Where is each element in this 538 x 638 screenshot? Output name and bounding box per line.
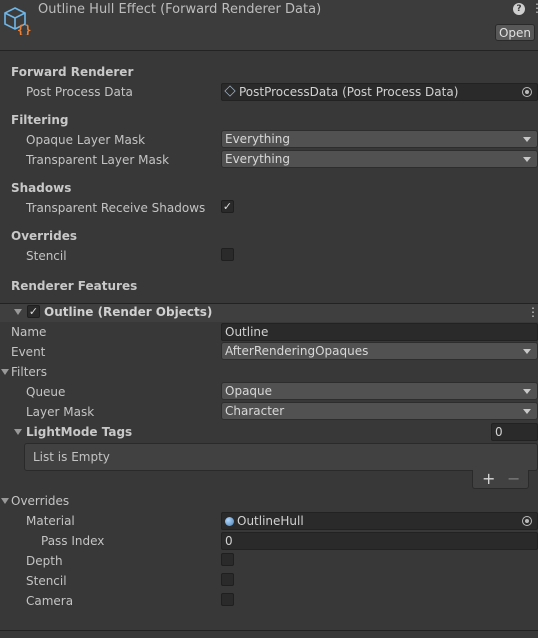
layer-mask-dropdown[interactable]: Character (221, 402, 538, 420)
list-add-remove-buttons: + − (472, 469, 529, 489)
camera-checkbox[interactable] (221, 593, 234, 606)
svg-text:{}: {} (17, 23, 31, 35)
more-options-icon[interactable]: ⋮ (531, 2, 538, 14)
material-label: Material (26, 514, 75, 528)
filtering-heading: Filtering (11, 113, 69, 127)
layer-mask-value: Character (225, 404, 285, 418)
object-picker-icon[interactable] (522, 516, 532, 526)
material-icon (225, 517, 234, 526)
stencil-checkbox[interactable] (221, 248, 234, 261)
feature-stencil-checkbox[interactable] (221, 573, 234, 586)
event-label: Event (11, 345, 46, 359)
lightmode-tags-count-value: 0 (495, 425, 503, 439)
renderer-asset-icon: {} (4, 7, 31, 35)
transparent-receive-shadows-checkbox[interactable]: ✓ (221, 200, 234, 213)
open-button[interactable]: Open (495, 24, 535, 41)
opaque-layer-mask-label: Opaque Layer Mask (26, 133, 146, 147)
feature-more-options-icon[interactable]: ⋮ (527, 305, 538, 319)
feature-stencil-label: Stencil (26, 574, 67, 588)
post-process-data-value: PostProcessData (Post Process Data) (239, 85, 459, 99)
pass-index-input[interactable]: 0 (221, 532, 538, 550)
post-process-data-field[interactable]: PostProcessData (Post Process Data) (221, 83, 538, 101)
shadows-heading: Shadows (11, 181, 72, 195)
stencil-label: Stencil (26, 249, 67, 263)
material-field[interactable]: OutlineHull (221, 512, 538, 530)
camera-label: Camera (26, 594, 74, 608)
opaque-layer-mask-dropdown[interactable]: Everything (221, 130, 538, 148)
remove-element-button[interactable]: − (507, 469, 520, 488)
depth-label: Depth (26, 554, 63, 568)
divider (0, 630, 538, 631)
renderer-features-heading: Renderer Features (11, 279, 138, 293)
foldout-arrow-icon[interactable] (14, 309, 22, 315)
asset-icon (224, 85, 236, 97)
lightmode-foldout-arrow-icon[interactable] (14, 429, 22, 435)
chevron-down-icon (523, 349, 531, 354)
transparent-layer-mask-dropdown[interactable]: Everything (221, 150, 538, 168)
filters-heading[interactable]: Filters (11, 365, 47, 379)
lightmode-tags-count-input[interactable]: 0 (491, 423, 538, 441)
pass-index-value: 0 (225, 534, 233, 548)
queue-value: Opaque (225, 384, 273, 398)
overrides-foldout-arrow-icon[interactable] (1, 498, 9, 504)
list-empty-text: List is Empty (33, 450, 110, 464)
forward-renderer-heading: Forward Renderer (11, 65, 134, 79)
queue-dropdown[interactable]: Opaque (221, 382, 538, 400)
lightmode-tags-heading[interactable]: LightMode Tags (26, 425, 132, 439)
object-picker-icon[interactable] (522, 87, 532, 97)
filters-foldout-arrow-icon[interactable] (1, 369, 9, 375)
chevron-down-icon (523, 409, 531, 414)
event-dropdown[interactable]: AfterRenderingOpaques (221, 342, 538, 360)
depth-checkbox[interactable] (221, 553, 234, 566)
feature-overrides-heading[interactable]: Overrides (11, 494, 69, 508)
transparent-layer-mask-value: Everything (225, 152, 290, 166)
help-icon[interactable]: ? (513, 3, 525, 15)
feature-name-label: Name (11, 325, 47, 339)
opaque-layer-mask-value: Everything (225, 132, 290, 146)
post-process-data-label: Post Process Data (26, 85, 133, 99)
chevron-down-icon (523, 389, 531, 394)
overrides-heading: Overrides (11, 229, 77, 243)
pass-index-label: Pass Index (41, 534, 105, 548)
feature-name-input[interactable]: Outline (221, 323, 538, 341)
material-value: OutlineHull (237, 514, 304, 528)
inspector-title: Outline Hull Effect (Forward Renderer Da… (38, 2, 322, 17)
transparent-layer-mask-label: Transparent Layer Mask (26, 153, 170, 167)
chevron-down-icon (523, 137, 531, 142)
chevron-down-icon (523, 157, 531, 162)
feature-title: Outline (Render Objects) (44, 305, 213, 319)
feature-enabled-checkbox[interactable]: ✓ (27, 305, 40, 318)
add-element-button[interactable]: + (482, 469, 495, 488)
event-value: AfterRenderingOpaques (225, 344, 369, 358)
feature-name-value: Outline (225, 325, 269, 339)
layer-mask-label: Layer Mask (26, 405, 95, 419)
transparent-receive-shadows-label: Transparent Receive Shadows (26, 201, 206, 215)
lightmode-tags-list: List is Empty (24, 443, 538, 471)
queue-label: Queue (26, 385, 66, 399)
